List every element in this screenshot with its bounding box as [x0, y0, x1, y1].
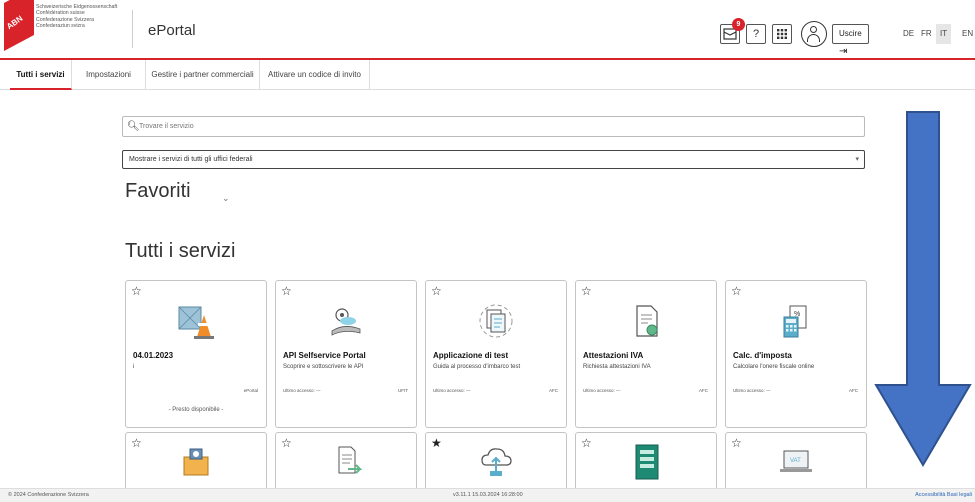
app-title: ePortal [148, 22, 196, 39]
card-last-access: Ultimo accesso: — [733, 388, 771, 393]
svg-text:VAT: VAT [790, 458, 801, 464]
chevron-down-icon: ▾ [855, 156, 859, 163]
certificate-document-icon [636, 305, 658, 337]
card-organization: UFIT [398, 388, 408, 393]
exit-button-label: Uscire [839, 29, 862, 38]
card-organization: AFC [699, 388, 708, 393]
top-header: ABN Schweizerische Eidgenossenschaft Con… [0, 0, 975, 60]
card-description: Calcolare l'onere fiscale online [733, 364, 815, 370]
service-card[interactable]: ☆ Applicazione di test Guida al processo… [425, 280, 567, 428]
apps-grid-button[interactable] [772, 24, 792, 44]
favorite-star-icon[interactable]: ☆ [281, 436, 292, 450]
camera-folder-icon [183, 448, 209, 476]
logout-icon: ⇥ [839, 46, 848, 57]
search-placeholder: Trovare il servizio [139, 123, 194, 130]
service-card[interactable]: ☆ API Selfservice Portal Scoprire e sott… [275, 280, 417, 428]
footer-links[interactable]: Accessibilità Basi legali [915, 489, 972, 502]
card-last-access: Ultimo accesso: — [583, 388, 621, 393]
all-services-heading: Tutti i servizi [125, 240, 236, 262]
header-divider [132, 10, 133, 48]
service-card[interactable]: ☆ % Calc. d'imposta Calcolare l'onere fi… [725, 280, 867, 428]
favorite-star-icon[interactable]: ☆ [581, 284, 592, 298]
favorite-star-icon[interactable]: ☆ [431, 284, 442, 298]
card-organization: ePortal [243, 388, 258, 393]
favorite-star-icon[interactable]: ☆ [131, 284, 142, 298]
card-organization: AFC [849, 388, 858, 393]
federal-office-select[interactable]: Mostrare i servizi di tutti gli uffici f… [122, 150, 865, 169]
eportal-page: ABN Schweizerische Eidgenossenschaft Con… [0, 0, 975, 502]
page-footer: © 2024 Confederazione Svizzera v3.11.1 1… [0, 488, 975, 502]
green-form-icon [635, 444, 659, 480]
service-search-input[interactable]: 🔍︎ Trovare il servizio [122, 116, 865, 137]
service-card[interactable]: ☆ Attestazioni IVA Richiesta attestazion… [575, 280, 717, 428]
tab-settings[interactable]: Impostazioni [72, 60, 146, 90]
tax-calculator-icon: % [783, 305, 807, 338]
confederation-names: Schweizerische Eidgenossenschaft Confédé… [36, 4, 118, 30]
card-last-access: Ultimo accesso: — [433, 388, 471, 393]
user-icon-head [810, 26, 817, 33]
favorite-star-filled-icon[interactable]: ★ [431, 436, 442, 450]
favorite-star-icon[interactable]: ☆ [581, 436, 592, 450]
favorite-star-icon[interactable]: ☆ [731, 284, 742, 298]
document-transfer-icon [338, 446, 363, 474]
tab-invite-code[interactable]: Attivare un codice di invito [260, 60, 370, 90]
lang-de[interactable]: DE [903, 24, 914, 44]
favorite-star-icon[interactable]: ☆ [131, 436, 142, 450]
user-avatar-button[interactable] [801, 21, 827, 47]
search-icon: 🔍︎ [127, 121, 140, 132]
favorite-star-icon[interactable]: ☆ [281, 284, 292, 298]
service-card[interactable]: ☆ 04.01.2023 i ePortal - Presto disponib… [125, 280, 267, 428]
version-text: v3.11.1 15.03.2024 16:28:00 [453, 492, 523, 498]
favorite-star-icon[interactable]: ☆ [731, 436, 742, 450]
card-title: Calc. d'imposta [733, 351, 792, 360]
card-description: Scoprire e sottoscrivere le API [283, 364, 364, 370]
card-organization: AFC [549, 388, 558, 393]
card-title: Applicazione di test [433, 351, 509, 360]
card-description: Richiesta attestazioni IVA [583, 364, 651, 370]
construction-cone-icon [178, 306, 214, 339]
api-hand-icon [331, 308, 361, 336]
main-tabs: Tutti i servizi Impostazioni Gestire i p… [0, 60, 975, 90]
card-last-access: Ultimo accesso: — [283, 388, 321, 393]
tab-business-partners[interactable]: Gestire i partner commerciali [146, 60, 260, 90]
cloud-upload-icon [481, 448, 512, 476]
help-button[interactable]: ? [746, 24, 766, 44]
vat-laptop-icon: VAT [780, 450, 812, 472]
card-description: i [133, 364, 135, 370]
coming-soon-label: - Presto disponibile - [168, 407, 224, 413]
card-title: Attestazioni IVA [583, 351, 644, 360]
swiss-confederation-logo[interactable]: ABN Schweizerische Eidgenossenschaft Con… [0, 0, 140, 58]
card-title: API Selfservice Portal [283, 351, 366, 360]
lang-en[interactable]: EN [962, 24, 973, 44]
user-icon-body [807, 34, 820, 42]
exit-button[interactable]: Uscire ⇥ [832, 24, 869, 57]
tab-all-services[interactable]: Tutti i servizi [10, 60, 72, 90]
lang-fr[interactable]: FR [921, 24, 932, 44]
notification-count-badge: 9 [732, 18, 745, 31]
lang-it[interactable]: IT [936, 24, 952, 44]
card-title: 04.01.2023 [133, 351, 174, 360]
copyright-text: © 2024 Confederazione Svizzera [8, 492, 89, 498]
notifications-button[interactable]: 9 [720, 18, 745, 44]
favorites-chevron-icon[interactable]: ⌄ [222, 193, 230, 204]
card-description: Guida al processo d'imbarco test [433, 364, 521, 370]
favorites-heading[interactable]: Favoriti [125, 180, 191, 203]
help-icon: ? [752, 28, 760, 40]
test-documents-icon [479, 304, 513, 338]
grid-icon [777, 29, 787, 39]
select-value: Mostrare i servizi di tutti gli uffici f… [129, 156, 253, 163]
